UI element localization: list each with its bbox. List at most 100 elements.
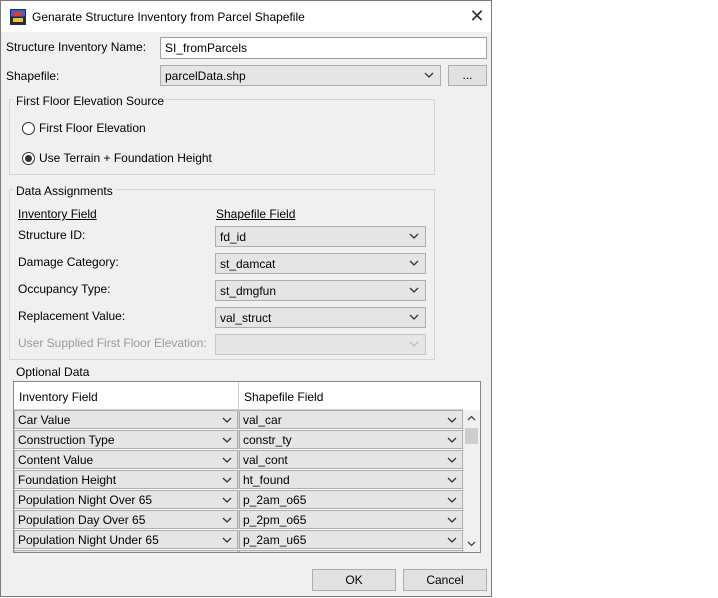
shapefile-field-value: p_2am_u65	[243, 533, 307, 547]
data-assignments-title: Data Assignments	[13, 184, 116, 198]
structure-id-label: Structure ID:	[18, 228, 86, 242]
structure-id-value: fd_id	[220, 230, 247, 244]
chevron-down-icon	[447, 537, 457, 543]
inventory-field-dropdown[interactable]: Car Value	[14, 410, 238, 429]
damage-category-value: st_damcat	[220, 257, 276, 271]
shapefile-field-dropdown[interactable]: val_car	[239, 410, 463, 429]
chevron-down-icon	[447, 437, 457, 443]
shapefile-field-dropdown[interactable]: p_2am_o65	[239, 490, 463, 509]
optional-data-table: Inventory Field Shapefile Field Car Valu…	[13, 381, 481, 553]
radio-terrain-foundation[interactable]	[22, 152, 35, 165]
chevron-down-icon	[447, 497, 457, 503]
chevron-down-icon	[447, 477, 457, 483]
replacement-value-dropdown[interactable]: val_struct	[215, 307, 426, 328]
inventory-field-dropdown[interactable]: Content Value	[14, 450, 238, 469]
shapefile-field-value: constr_ty	[243, 433, 292, 447]
scroll-down-icon[interactable]	[467, 541, 476, 547]
app-icon	[10, 9, 26, 25]
name-label: Structure Inventory Name:	[6, 40, 147, 54]
shapefile-field-header: Shapefile Field	[216, 207, 296, 221]
shapefile-field-value: ht_found	[243, 473, 290, 487]
chevron-down-icon	[447, 517, 457, 523]
shapefile-field-value: val_cont	[243, 453, 288, 467]
inventory-field-value: Foundation Height	[18, 473, 117, 487]
inventory-field-value: Population Night Under 65	[18, 533, 159, 547]
column-header-inventory[interactable]: Inventory Field	[19, 390, 98, 404]
inventory-field-dropdown[interactable]: Foundation Height	[14, 470, 238, 489]
replacement-value-label: Replacement Value:	[18, 309, 126, 323]
occupancy-type-label: Occupancy Type:	[18, 282, 111, 296]
chevron-down-icon	[222, 477, 232, 483]
chevron-down-icon	[222, 497, 232, 503]
user-ffe-label: User Supplied First Floor Elevation:	[18, 336, 207, 350]
inventory-field-dropdown[interactable]: Population Day Under 65	[14, 550, 238, 552]
scroll-up-icon[interactable]	[467, 415, 476, 421]
damage-category-dropdown[interactable]: st_damcat	[215, 253, 426, 274]
shapefile-field-value: val_car	[243, 413, 282, 427]
shapefile-field-dropdown[interactable]: p_2pm_o65	[239, 510, 463, 529]
table-row: Foundation Height ht_found	[14, 470, 463, 490]
cancel-button[interactable]: Cancel	[403, 569, 487, 591]
shapefile-field-dropdown[interactable]: val_cont	[239, 450, 463, 469]
user-ffe-dropdown	[215, 334, 426, 355]
chevron-down-icon	[409, 314, 419, 320]
chevron-down-icon	[222, 517, 232, 523]
table-row: Population Day Over 65 p_2pm_o65	[14, 510, 463, 530]
chevron-down-icon	[424, 72, 434, 78]
table-row: Car Value val_car	[14, 410, 463, 430]
chevron-down-icon	[447, 457, 457, 463]
chevron-down-icon	[409, 260, 419, 266]
chevron-down-icon	[409, 233, 419, 239]
vertical-scrollbar[interactable]	[463, 410, 480, 552]
chevron-down-icon	[409, 341, 419, 347]
chevron-down-icon	[222, 457, 232, 463]
inventory-field-dropdown[interactable]: Construction Type	[14, 430, 238, 449]
ok-button[interactable]: OK	[312, 569, 396, 591]
shapefile-label: Shapefile:	[6, 69, 60, 83]
dialog-window: Genarate Structure Inventory from Parcel…	[0, 0, 492, 597]
inventory-field-value: Population Day Over 65	[18, 513, 146, 527]
column-header-shapefile[interactable]: Shapefile Field	[244, 390, 323, 404]
shapefile-field-value: p_2am_o65	[243, 493, 307, 507]
shapefile-value: parcelData.shp	[165, 69, 246, 83]
radio-selected-dot	[25, 155, 32, 162]
shapefile-field-dropdown[interactable]: constr_ty	[239, 430, 463, 449]
shapefile-field-dropdown[interactable]: p_2pm_u65	[239, 550, 463, 552]
browse-button[interactable]: ...	[448, 65, 487, 86]
table-row: Population Night Over 65 p_2am_o65	[14, 490, 463, 510]
title-bar: Genarate Structure Inventory from Parcel…	[1, 1, 491, 32]
chevron-down-icon	[447, 417, 457, 423]
chevron-down-icon	[222, 437, 232, 443]
table-row: Population Day Under 65p_2pm_u65	[14, 550, 463, 552]
inventory-field-dropdown[interactable]: Population Night Under 65	[14, 530, 238, 549]
chevron-down-icon	[222, 537, 232, 543]
inventory-field-value: Content Value	[18, 453, 94, 467]
structure-id-dropdown[interactable]: fd_id	[215, 226, 426, 247]
chevron-down-icon	[222, 417, 232, 423]
inventory-field-dropdown[interactable]: Population Night Over 65	[14, 490, 238, 509]
window-title: Genarate Structure Inventory from Parcel…	[32, 10, 305, 24]
table-row: Content Value val_cont	[14, 450, 463, 470]
inventory-field-value: Car Value	[18, 413, 71, 427]
inventory-field-value: Construction Type	[18, 433, 115, 447]
shapefile-field-dropdown[interactable]: ht_found	[239, 470, 463, 489]
table-row: Population Night Under 65 p_2am_u65	[14, 530, 463, 550]
occupancy-type-dropdown[interactable]: st_dmgfun	[215, 280, 426, 301]
close-button[interactable]: ✕	[466, 6, 488, 28]
occupancy-type-value: st_dmgfun	[220, 284, 277, 298]
name-input[interactable]: SI_fromParcels	[160, 37, 487, 59]
ffe-source-title: First Floor Elevation Source	[13, 94, 168, 108]
optional-data-title: Optional Data	[13, 365, 93, 379]
table-body: Car Value val_car Construction Type constr_…	[14, 410, 463, 552]
radio-terrain-foundation-label[interactable]: Use Terrain + Foundation Height	[39, 151, 212, 165]
inventory-field-value: Population Night Over 65	[18, 493, 153, 507]
chevron-down-icon	[409, 287, 419, 293]
shapefile-field-dropdown[interactable]: p_2am_u65	[239, 530, 463, 549]
radio-first-floor-elevation-label[interactable]: First Floor Elevation	[39, 121, 146, 135]
shapefile-field-value: p_2pm_o65	[243, 513, 307, 527]
shapefile-dropdown[interactable]: parcelData.shp	[160, 65, 441, 86]
radio-first-floor-elevation[interactable]	[22, 122, 35, 135]
inventory-field-dropdown[interactable]: Population Day Over 65	[14, 510, 238, 529]
scrollbar-thumb[interactable]	[465, 428, 478, 444]
table-row: Construction Type constr_ty	[14, 430, 463, 450]
